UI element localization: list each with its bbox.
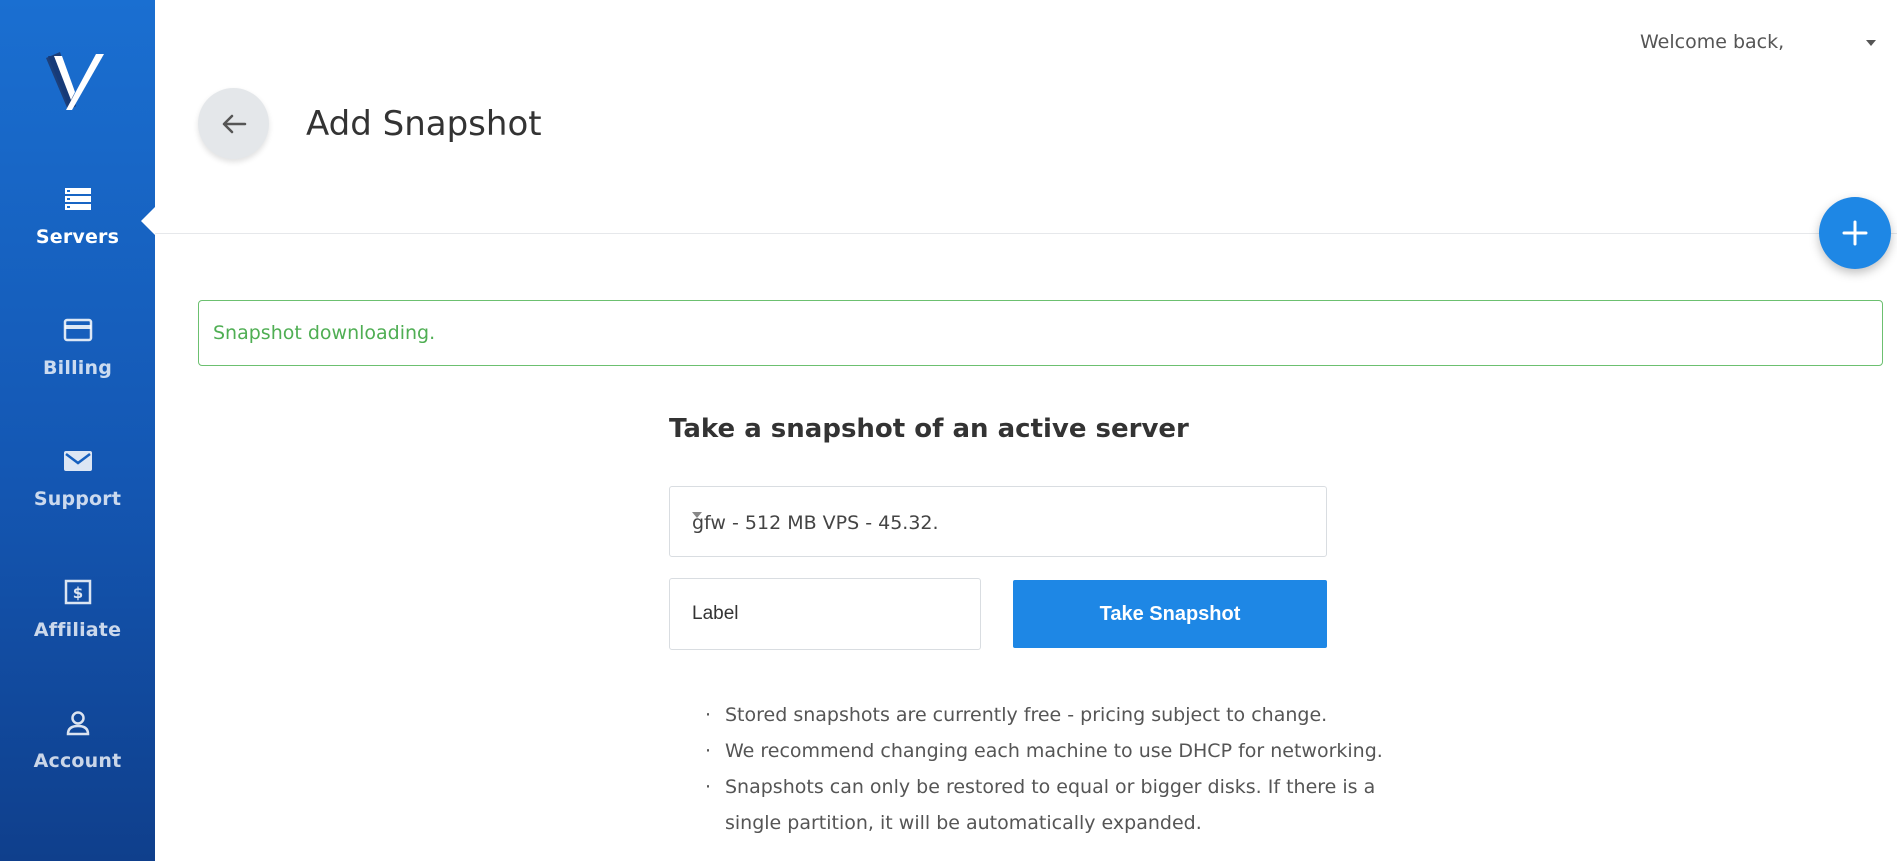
back-button[interactable] [198,88,269,159]
plus-icon [1842,220,1868,246]
sidebar: Servers Billing Support $ Affiliate Acco… [0,0,155,861]
sidebar-item-affiliate[interactable]: $ Affiliate [0,553,155,663]
take-snapshot-button[interactable]: Take Snapshot [1013,580,1327,648]
welcome-menu[interactable]: Welcome back, [1640,31,1784,53]
chevron-down-icon [692,512,702,518]
sidebar-item-label: Account [33,750,122,772]
arrow-left-icon [222,114,246,133]
user-icon [63,708,93,738]
sidebar-item-label: Servers [35,226,120,248]
dollar-bill-icon: $ [63,577,93,607]
notes-list: Stored snapshots are currently free - pr… [705,697,1425,841]
header-divider [155,233,1897,234]
section-title: Take a snapshot of an active server [669,414,1189,444]
note-item: We recommend changing each machine to us… [705,733,1425,769]
sidebar-item-label: Affiliate [33,619,122,641]
success-alert: Snapshot downloading. [198,300,1883,366]
sidebar-item-billing[interactable]: Billing [0,291,155,401]
label-input[interactable] [669,578,981,650]
chevron-down-icon[interactable] [1866,40,1876,46]
sidebar-item-support[interactable]: Support [0,422,155,532]
add-button[interactable] [1819,197,1891,269]
credit-card-icon [63,315,93,345]
svg-text:$: $ [72,584,82,602]
active-indicator [141,207,155,235]
server-select-value: gfw - 512 MB VPS - 45.32. [692,512,939,534]
envelope-icon [63,446,93,476]
sidebar-item-label: Billing [42,357,113,379]
sidebar-item-label: Support [33,488,122,510]
server-select[interactable]: gfw - 512 MB VPS - 45.32. [669,486,1327,557]
note-item: Stored snapshots are currently free - pr… [705,697,1425,733]
alert-message: Snapshot downloading. [213,322,436,344]
note-item: Snapshots can only be restored to equal … [705,769,1425,841]
sidebar-item-account[interactable]: Account [0,684,155,794]
page-title: Add Snapshot [306,104,542,144]
vultr-logo[interactable] [44,50,110,112]
sidebar-item-servers[interactable]: Servers [0,160,155,270]
servers-icon [63,184,93,214]
